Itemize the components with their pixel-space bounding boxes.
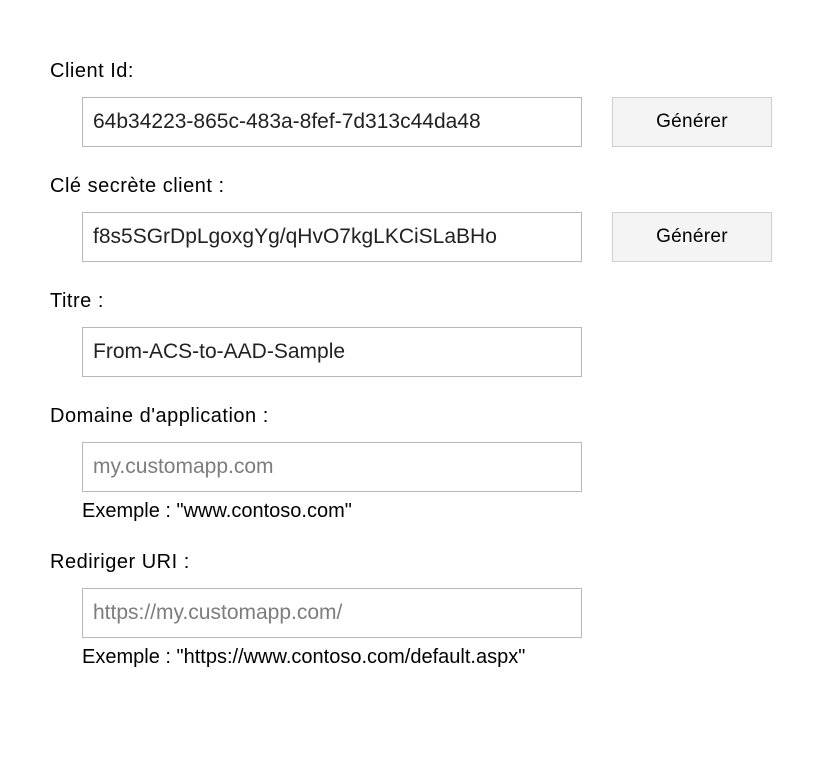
client-id-input-wrap [82, 97, 582, 147]
client-secret-row: Générer [50, 212, 777, 262]
app-domain-row [50, 442, 777, 492]
redirect-uri-hint: Exemple : "https://www.contoso.com/defau… [82, 646, 777, 669]
client-id-generate-button[interactable]: Générer [612, 97, 772, 147]
redirect-uri-field: Rediriger URI : Exemple : "https://www.c… [50, 551, 777, 669]
client-secret-input[interactable] [93, 225, 571, 249]
title-row [50, 327, 777, 377]
client-secret-input-wrap [82, 212, 582, 262]
app-domain-field: Domaine d'application : Exemple : "www.c… [50, 405, 777, 523]
title-label: Titre : [50, 290, 777, 313]
client-secret-field: Clé secrète client : Générer [50, 175, 777, 262]
app-domain-input[interactable] [93, 455, 571, 479]
redirect-uri-label: Rediriger URI : [50, 551, 777, 574]
client-id-field: Client Id: Générer [50, 60, 777, 147]
redirect-uri-row [50, 588, 777, 638]
title-field: Titre : [50, 290, 777, 377]
client-id-input[interactable] [93, 110, 571, 134]
client-secret-label: Clé secrète client : [50, 175, 777, 198]
title-input[interactable] [93, 340, 571, 364]
client-id-label: Client Id: [50, 60, 777, 83]
redirect-uri-input-wrap [82, 588, 582, 638]
client-secret-generate-button[interactable]: Générer [612, 212, 772, 262]
redirect-uri-input[interactable] [93, 601, 571, 625]
app-domain-label: Domaine d'application : [50, 405, 777, 428]
title-input-wrap [82, 327, 582, 377]
client-id-row: Générer [50, 97, 777, 147]
app-domain-hint: Exemple : "www.contoso.com" [82, 500, 777, 523]
app-domain-input-wrap [82, 442, 582, 492]
